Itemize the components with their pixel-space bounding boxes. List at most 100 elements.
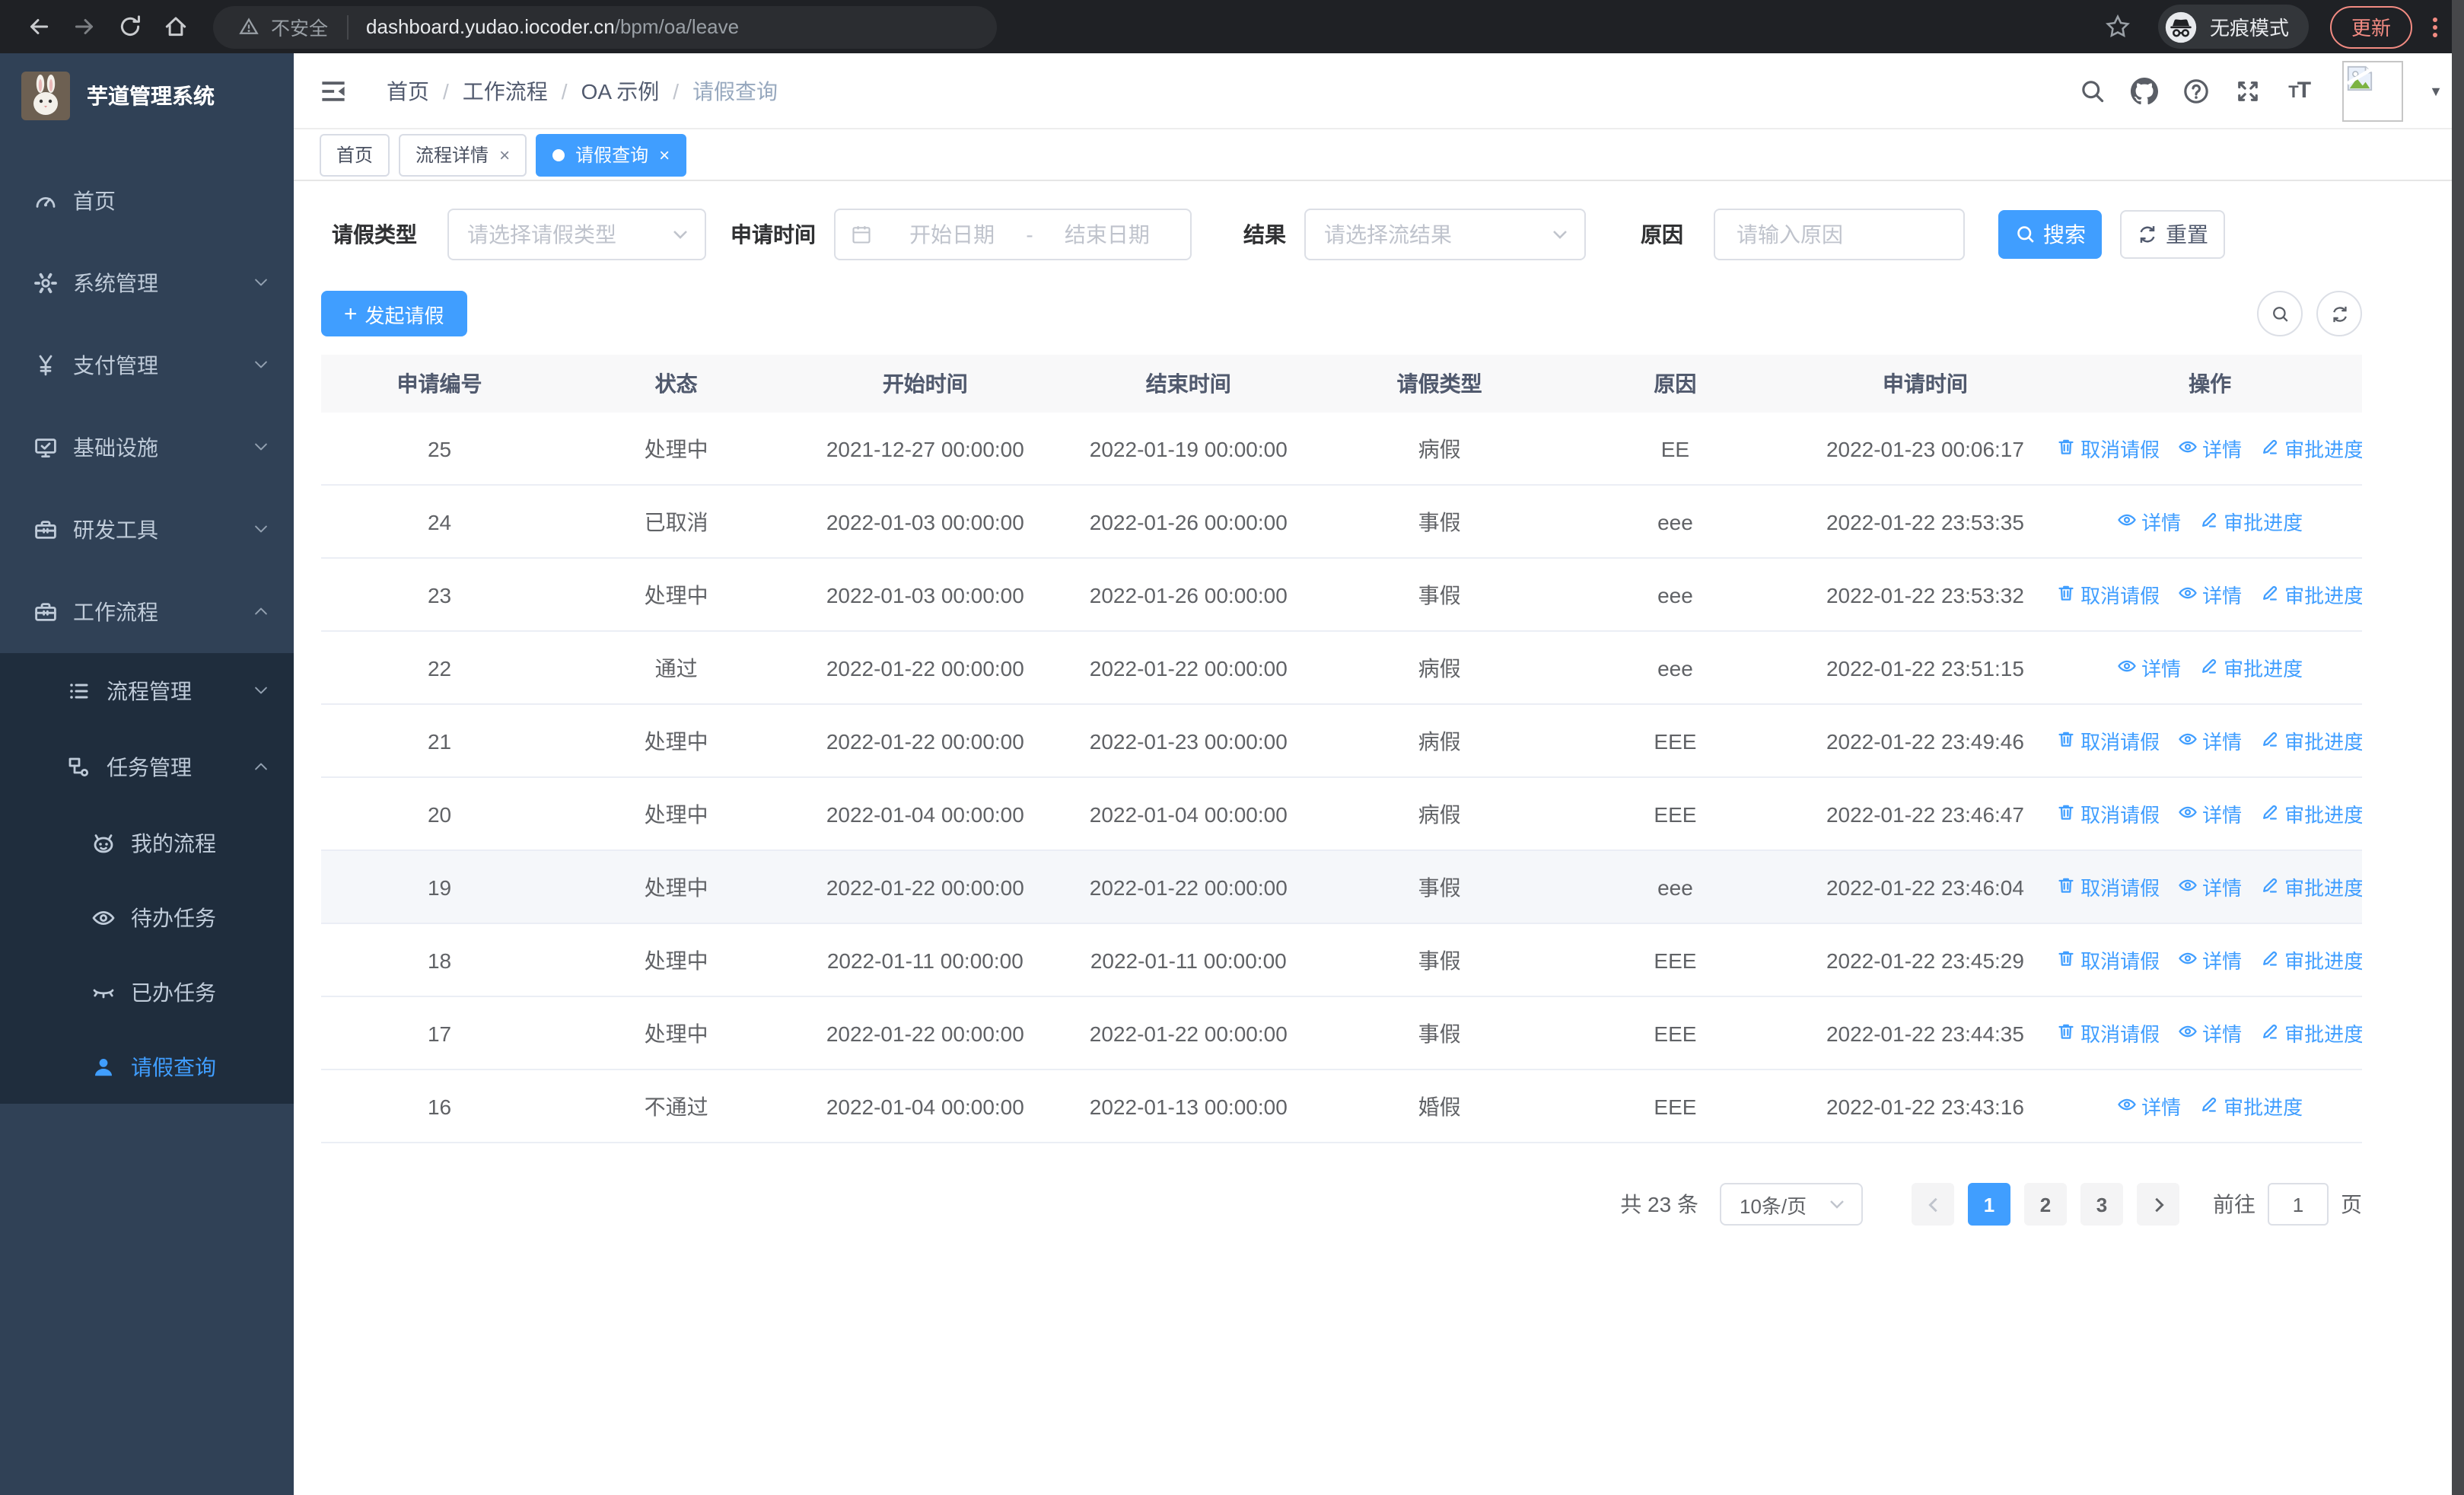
sidebar-item-系统管理[interactable]: 系统管理 [0, 242, 294, 324]
reset-button[interactable]: 重置 [2120, 210, 2225, 259]
address-bar[interactable]: 不安全 dashboard.yudao.iocoder.cn/bpm/oa/le… [213, 5, 997, 48]
back-button[interactable] [15, 5, 61, 48]
reload-button[interactable] [107, 5, 152, 48]
github-icon[interactable] [2129, 76, 2158, 105]
action-取消请假[interactable]: 取消请假 [2058, 945, 2160, 974]
sidebar-item-我的流程[interactable]: 我的流程 [0, 805, 294, 880]
page-size-value: 10条/页 [1740, 1194, 1807, 1217]
fullscreen-icon[interactable] [2233, 76, 2262, 105]
sidebar-item-待办任务[interactable]: 待办任务 [0, 880, 294, 955]
action-详情[interactable]: 详情 [2178, 726, 2242, 755]
breadcrumb-item[interactable]: 首页 [387, 75, 429, 106]
apply-time-range-picker[interactable]: 开始日期 - 结束日期 [834, 209, 1192, 260]
browser-toolbar-right: 无痕模式 更新 [2097, 5, 2449, 49]
app-logo-row[interactable]: 芋道管理系统 [0, 53, 294, 139]
action-审批进度[interactable]: 审批进度 [2260, 945, 2362, 974]
browser-update-button[interactable]: 更新 [2329, 5, 2412, 48]
show-search-button[interactable] [2257, 291, 2303, 336]
action-审批进度[interactable]: 审批进度 [2260, 1018, 2362, 1047]
cell-申请编号: 17 [321, 996, 559, 1070]
action-详情[interactable]: 详情 [2117, 507, 2181, 536]
breadcrumb-item[interactable]: 工作流程 [463, 75, 548, 106]
result-select[interactable]: 请选择流结果 [1304, 209, 1586, 260]
page-button-1[interactable]: 1 [1968, 1183, 2010, 1226]
close-tab-icon[interactable]: × [499, 144, 510, 165]
goto-page-input[interactable] [2268, 1183, 2329, 1226]
avatar-caret-down-icon[interactable]: ▼ [2429, 83, 2443, 98]
filter-form: 请假类型 请选择请假类型 申请时间 开始日期 - 结束日期 结果 请选择流结果 [321, 209, 2362, 260]
total-count: 共 23 条 [1620, 1192, 1698, 1216]
end-date-placeholder[interactable]: 结束日期 [1039, 219, 1175, 250]
sidebar-item-工作流程[interactable]: 工作流程 [0, 571, 294, 653]
refresh-table-button[interactable] [2316, 291, 2362, 336]
toolbox-icon [33, 600, 58, 624]
action-取消请假[interactable]: 取消请假 [2058, 872, 2160, 901]
sidebar-item-请假查询[interactable]: 请假查询 [0, 1029, 294, 1104]
action-审批进度[interactable]: 审批进度 [2199, 507, 2303, 536]
browser-menu-icon[interactable] [2421, 14, 2449, 39]
chevron-down-icon [253, 353, 269, 378]
tag-tab-请假查询[interactable]: 请假查询 × [536, 133, 687, 176]
bookmark-star-icon[interactable] [2097, 14, 2140, 40]
trash-icon [2058, 948, 2076, 972]
font-size-icon[interactable]: TT [2284, 76, 2313, 105]
reason-input[interactable] [1733, 221, 1945, 248]
row-actions: 详情 审批进度 [2061, 653, 2359, 682]
action-取消请假[interactable]: 取消请假 [2058, 726, 2160, 755]
cell-操作: 取消请假 详情 审批进度 [2058, 704, 2362, 778]
tag-tab-首页[interactable]: 首页 [320, 133, 390, 176]
sidebar-item-研发工具[interactable]: 研发工具 [0, 489, 294, 571]
action-审批进度[interactable]: 审批进度 [2260, 726, 2362, 755]
action-审批进度[interactable]: 审批进度 [2260, 799, 2362, 828]
sidebar-item-首页[interactable]: 首页 [0, 160, 294, 242]
create-leave-button[interactable]: + 发起请假 [321, 291, 467, 336]
tag-tab-流程详情[interactable]: 流程详情 × [399, 133, 527, 176]
action-审批进度[interactable]: 审批进度 [2199, 653, 2303, 682]
action-详情[interactable]: 详情 [2117, 1092, 2181, 1120]
action-label: 详情 [2141, 658, 2182, 681]
action-详情[interactable]: 详情 [2178, 580, 2242, 609]
action-取消请假[interactable]: 取消请假 [2058, 1018, 2160, 1047]
next-page-button[interactable] [2137, 1183, 2179, 1226]
page-button-3[interactable]: 3 [2080, 1183, 2123, 1226]
collapse-sidebar-icon[interactable] [320, 75, 350, 106]
avatar[interactable] [2342, 60, 2404, 121]
leave-type-select[interactable]: 请选择请假类型 [447, 209, 706, 260]
table-row: 22 通过 2022-01-22 00:00:00 2022-01-22 00:00:… [321, 631, 2362, 705]
action-取消请假[interactable]: 取消请假 [2058, 434, 2160, 463]
sidebar-item-已办任务[interactable]: 已办任务 [0, 955, 294, 1029]
prev-page-button[interactable] [1912, 1183, 1954, 1226]
page-button-2[interactable]: 2 [2024, 1183, 2067, 1226]
sidebar-item-label: 请假查询 [131, 1054, 216, 1079]
breadcrumb-separator: / [673, 78, 680, 103]
cell-请假类型: 事假 [1321, 850, 1558, 924]
close-tab-icon[interactable]: × [659, 144, 670, 165]
action-取消请假[interactable]: 取消请假 [2058, 799, 2160, 828]
action-详情[interactable]: 详情 [2178, 872, 2242, 901]
search-icon[interactable] [2077, 76, 2106, 105]
browser-scrollbar[interactable] [2452, 0, 2464, 1495]
action-详情[interactable]: 详情 [2178, 799, 2242, 828]
sidebar-item-流程管理[interactable]: 流程管理 [0, 653, 294, 729]
action-详情[interactable]: 详情 [2178, 945, 2242, 974]
action-审批进度[interactable]: 审批进度 [2199, 1092, 2303, 1120]
breadcrumb-item[interactable]: OA 示例 [581, 75, 660, 106]
action-审批进度[interactable]: 审批进度 [2260, 872, 2362, 901]
chevron-up-icon [253, 755, 269, 779]
action-取消请假[interactable]: 取消请假 [2058, 580, 2160, 609]
action-审批进度[interactable]: 审批进度 [2260, 580, 2362, 609]
action-详情[interactable]: 详情 [2117, 653, 2181, 682]
action-审批进度[interactable]: 审批进度 [2260, 434, 2362, 463]
action-详情[interactable]: 详情 [2178, 434, 2242, 463]
forward-button[interactable] [61, 5, 107, 48]
search-button[interactable]: 搜索 [1998, 210, 2102, 259]
sidebar-item-任务管理[interactable]: 任务管理 [0, 729, 294, 805]
sidebar-item-基础设施[interactable]: 基础设施 [0, 406, 294, 489]
home-button[interactable] [152, 5, 198, 48]
question-icon[interactable] [2181, 76, 2210, 105]
sidebar-item-支付管理[interactable]: 支付管理 [0, 324, 294, 406]
action-详情[interactable]: 详情 [2178, 1018, 2242, 1047]
start-date-placeholder[interactable]: 开始日期 [884, 219, 1020, 250]
site-security[interactable]: 不安全 [234, 12, 328, 41]
page-size-select[interactable]: 10条/页 [1720, 1183, 1863, 1226]
